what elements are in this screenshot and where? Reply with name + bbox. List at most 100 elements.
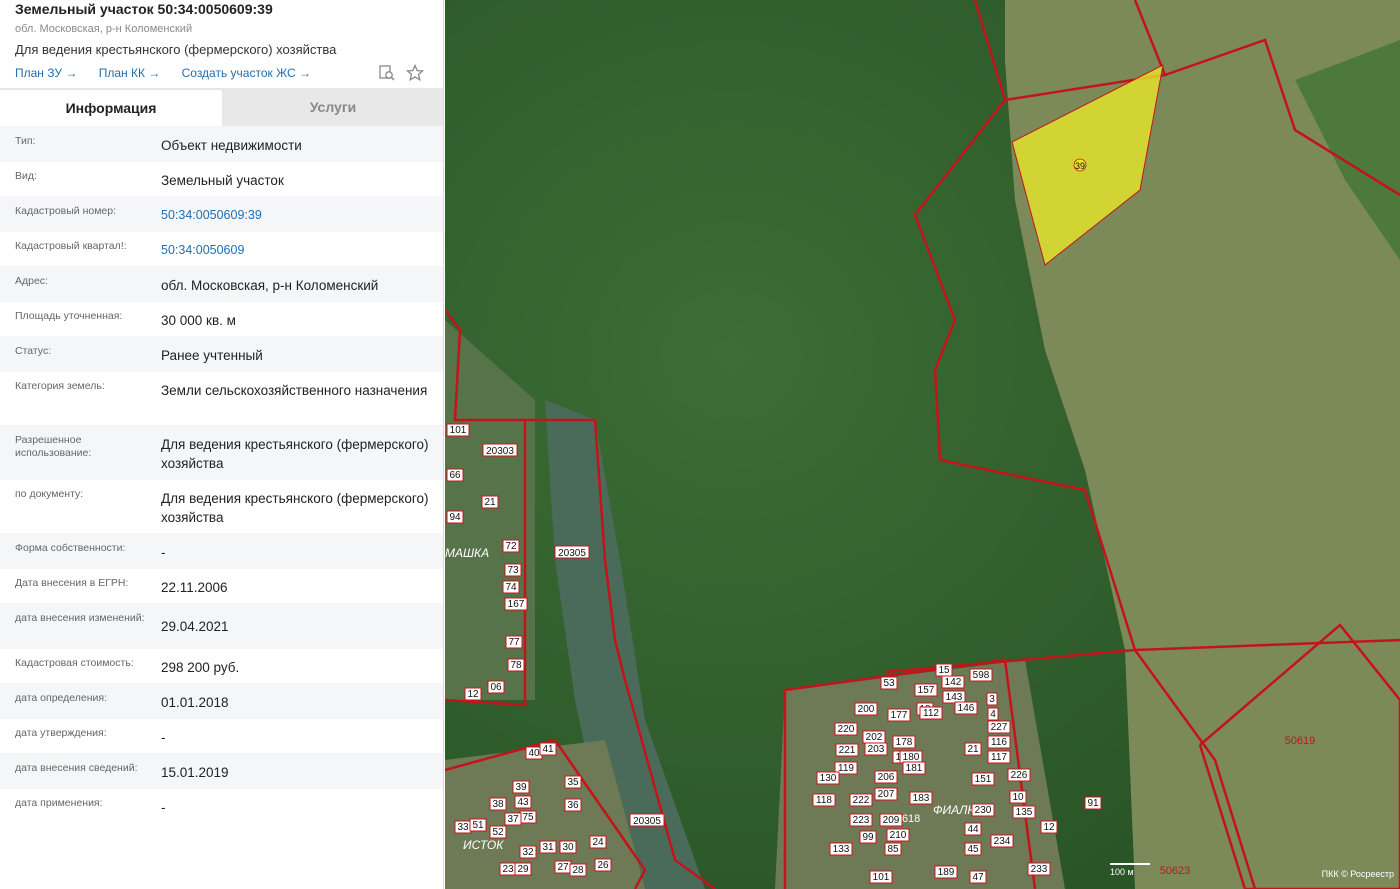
parcel-number-label[interactable]: 130 [820, 773, 837, 784]
table-row: Дата внесения в ЕГРН: 22.11.2006 [0, 568, 443, 603]
parcel-number-label[interactable]: 146 [958, 703, 975, 714]
plan-zu-link[interactable]: План ЗУ → [15, 66, 77, 80]
parcel-number-label[interactable]: 119 [838, 763, 854, 774]
parcel-number-label[interactable]: 226 [1011, 770, 1028, 781]
parcel-number-label[interactable]: 74 [505, 582, 517, 593]
parcel-number-label[interactable]: 75 [522, 812, 534, 823]
parcel-number-label[interactable]: 91 [1087, 798, 1099, 809]
parcel-number-label[interactable]: 143 [946, 692, 963, 703]
parcel-number-label[interactable]: 37 [507, 814, 519, 825]
parcel-number-label[interactable]: 15 [938, 665, 950, 676]
parcel-number-label[interactable]: 209 [883, 815, 900, 826]
parcel-number-label[interactable]: 178 [896, 737, 913, 748]
parcel-number-label[interactable]: 116 [991, 737, 1007, 748]
search-document-icon[interactable] [378, 64, 396, 82]
parcel-number-label[interactable]: 29 [517, 864, 529, 875]
parcel-number-label[interactable]: 27 [557, 862, 569, 873]
parcel-number-label[interactable]: 101 [450, 425, 467, 436]
parcel-number-label[interactable]: 133 [833, 844, 850, 855]
parcel-number-label[interactable]: 210 [890, 830, 907, 841]
parcel-number-label[interactable]: 227 [991, 722, 1008, 733]
cadastral-number-link[interactable]: 50:34:0050609:39 [146, 197, 443, 231]
parcel-number-label[interactable]: 598 [973, 670, 990, 681]
parcel-number-label[interactable]: 38 [492, 799, 504, 810]
parcel-number-label[interactable]: 4 [990, 709, 996, 720]
parcel-number-label[interactable]: 167 [508, 599, 525, 610]
parcel-number-label[interactable]: 24 [592, 837, 604, 848]
parcel-number-label[interactable]: 99 [862, 832, 874, 843]
parcel-number-label[interactable]: 223 [853, 815, 870, 826]
parcel-number-label[interactable]: 21 [967, 744, 979, 755]
parcel-number-label[interactable]: 40 [528, 748, 540, 759]
parcel-number-label[interactable]: 135 [1016, 807, 1033, 818]
parcel-number-label[interactable]: 23 [502, 864, 514, 875]
page-title: Земельный участок 50:34:0050609:39 [15, 1, 273, 17]
parcel-number-label[interactable]: 44 [967, 824, 979, 835]
parcel-number-label[interactable]: 117 [991, 752, 1007, 763]
parcel-number-label[interactable]: 203 [868, 744, 885, 755]
parcel-number-label[interactable]: 30 [562, 842, 574, 853]
parcel-number-label[interactable]: 12 [1043, 822, 1055, 833]
parcel-number-label[interactable]: 233 [1031, 864, 1048, 875]
parcel-number-label[interactable]: 85 [887, 844, 899, 855]
parcel-number-label[interactable]: 112 [923, 708, 939, 719]
parcel-number-label[interactable]: 230 [975, 805, 992, 816]
parcel-number-label[interactable]: 200 [858, 704, 875, 715]
parcel-number-label[interactable]: 31 [542, 842, 554, 853]
parcel-number-label[interactable]: 06 [490, 682, 502, 693]
parcel-number-label[interactable]: 72 [505, 541, 517, 552]
parcel-number-label[interactable]: 142 [945, 677, 962, 688]
parcel-number-label[interactable]: 26 [597, 860, 609, 871]
parcel-number-label[interactable]: 221 [839, 745, 856, 756]
parcel-number-label[interactable]: 12 [467, 689, 479, 700]
parcel-number-label[interactable]: 28 [572, 865, 584, 876]
parcel-number-label[interactable]: 45 [967, 844, 979, 855]
quarter-label: 50623 [1160, 865, 1191, 877]
parcel-number-label[interactable]: 220 [838, 724, 855, 735]
parcel-number-label[interactable]: 39 [515, 782, 527, 793]
parcel-number-label[interactable]: 51 [472, 820, 484, 831]
parcel-number-label[interactable]: 234 [994, 836, 1011, 847]
parcel-number-label[interactable]: 151 [975, 774, 992, 785]
parcel-number-label[interactable]: 66 [449, 470, 461, 481]
cadastral-quarter-link[interactable]: 50:34:0050609 [146, 232, 443, 266]
parcel-number-label[interactable]: 180 [903, 752, 920, 763]
parcel-number-label[interactable]: 118 [816, 795, 832, 806]
parcel-number-label[interactable]: 183 [913, 793, 930, 804]
satellite-map[interactable]: 39 20303 20305 20305 50619 50618 50623 М… [445, 0, 1400, 889]
row-value: Земли сельскохозяйственного назначения [161, 383, 428, 398]
parcel-number-label[interactable]: 32 [522, 847, 534, 858]
parcel-number-label[interactable]: 206 [878, 772, 895, 783]
parcel-number-label[interactable]: 202 [866, 732, 883, 743]
parcel-number-label[interactable]: 78 [510, 660, 522, 671]
parcel-number-label[interactable]: 157 [918, 685, 935, 696]
tab-services[interactable]: Услуги [222, 88, 443, 126]
parcel-number-label[interactable]: 10 [1012, 792, 1024, 803]
parcel-number-label[interactable]: 35 [567, 777, 579, 788]
plan-kk-link[interactable]: План КК → [99, 66, 161, 80]
parcel-number-label[interactable]: 53 [883, 678, 895, 689]
parcel-number-label[interactable]: 3 [989, 694, 995, 705]
parcel-number-label[interactable]: 177 [891, 710, 908, 721]
parcel-number-label[interactable]: 73 [507, 565, 519, 576]
tab-information[interactable]: Информация [0, 88, 222, 126]
parcel-number-label[interactable]: 101 [873, 872, 890, 883]
parcel-number-label[interactable]: 43 [517, 797, 529, 808]
parcel-number-label[interactable]: 41 [542, 744, 554, 755]
create-parcel-link[interactable]: Создать участок ЖС → [182, 66, 311, 80]
parcel-number-label[interactable]: 189 [938, 867, 955, 878]
table-row: Форма собственности: - [0, 533, 443, 568]
parcel-number-label[interactable]: 36 [567, 800, 579, 811]
parcel-number-label[interactable]: 181 [906, 763, 923, 774]
parcel-number-label[interactable]: 21 [484, 497, 496, 508]
parcel-number-label[interactable]: 47 [972, 872, 984, 883]
parcel-number-label[interactable]: 77 [508, 637, 520, 648]
row-value: Объект недвижимости [161, 138, 302, 153]
info-panel: Земельный участок 50:34:0050609:39 обл. … [0, 0, 444, 889]
star-icon[interactable] [405, 63, 425, 82]
parcel-number-label[interactable]: 52 [492, 827, 504, 838]
parcel-number-label[interactable]: 222 [853, 795, 870, 806]
parcel-number-label[interactable]: 207 [878, 789, 895, 800]
parcel-number-label[interactable]: 33 [457, 822, 469, 833]
parcel-number-label[interactable]: 94 [449, 512, 461, 523]
